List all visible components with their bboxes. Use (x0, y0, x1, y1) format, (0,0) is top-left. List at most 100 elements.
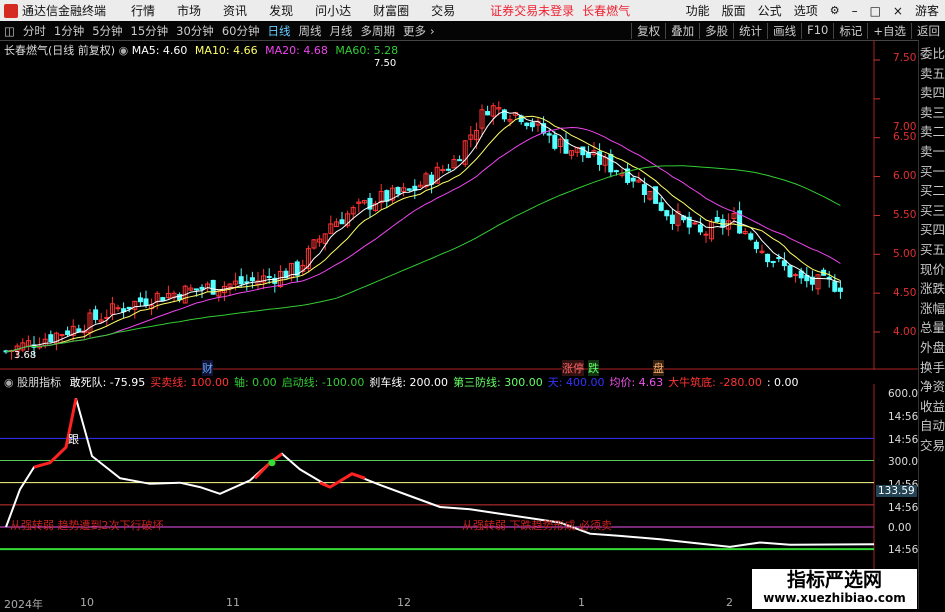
candle-body (837, 287, 843, 292)
btn-huaxian[interactable]: 画线 (767, 22, 801, 39)
btn-biaoji[interactable]: 标记 (833, 22, 867, 39)
watermark: 指标严选网 www.xuezhibiao.com (752, 569, 917, 609)
candle-body (238, 276, 244, 285)
menu-faxian[interactable]: 发现 (269, 2, 293, 19)
candle-body (266, 275, 272, 278)
candle-body (115, 307, 121, 310)
period-1min[interactable]: 1分钟 (54, 23, 84, 39)
chevron-right-icon[interactable]: › (430, 24, 435, 38)
menu-xuanxiang[interactable]: 选项 (794, 2, 818, 19)
price-tick: 6.00 (893, 170, 917, 182)
minimize-icon[interactable]: – (852, 4, 858, 18)
period-toolbar: ◫ 分时 1分钟 5分钟 15分钟 30分钟 60分钟 日线 周线 月线 多周期… (0, 21, 945, 41)
annotation-left: 从强转弱 趋势遭到2次下行破坏 (10, 519, 164, 532)
indicator-chart[interactable] (0, 384, 918, 596)
ind-tick: 600.0 (888, 388, 919, 400)
menu-gongneng[interactable]: 功能 (686, 2, 710, 19)
btn-tongji[interactable]: 统计 (733, 22, 767, 39)
period-multi[interactable]: 多周期 (360, 23, 395, 39)
btn-diejia[interactable]: 叠加 (665, 22, 699, 39)
candle-body (770, 261, 776, 264)
menu-wenxiaoda[interactable]: 问小达 (315, 2, 351, 19)
menu-gongshi[interactable]: 公式 (758, 2, 782, 19)
annotation-right: 从强转弱 下跌趋势形成 必须卖 (462, 519, 612, 532)
period-5min[interactable]: 5分钟 (92, 23, 122, 39)
period-daily[interactable]: 日线 (267, 23, 290, 39)
quote-side-panel: 委比 卖五 卖四 卖三 卖二 卖一 买一 买二 买三 买四 买五 现价 涨跌 涨幅 总量 外盘 换手 净资 收益 自动… (918, 40, 945, 609)
side-label[interactable]: 买三 (919, 201, 945, 221)
side-label[interactable]: 卖一 (919, 142, 945, 162)
period-60min[interactable]: 60分钟 (222, 23, 260, 39)
candle-body (787, 265, 793, 278)
side-label[interactable]: 卖三 (919, 103, 945, 123)
ma20-line (5, 126, 841, 353)
candle-body (160, 297, 166, 302)
menu-hangqing[interactable]: 行情 (131, 2, 155, 19)
close-icon[interactable]: × (893, 4, 903, 18)
candle-body (199, 286, 205, 290)
side-label[interactable]: 交易 (919, 436, 945, 456)
menu-banmian[interactable]: 版面 (722, 2, 746, 19)
candle-body (76, 328, 82, 333)
user-label[interactable]: 游客 (915, 2, 939, 19)
side-label[interactable]: 收益 (919, 397, 945, 417)
side-label[interactable]: 卖四 (919, 83, 945, 103)
candle-body (580, 146, 586, 156)
side-label[interactable]: 净资 (919, 377, 945, 397)
side-label[interactable]: 总量 (919, 318, 945, 338)
buy-signal-segment (319, 472, 366, 489)
sidebar-toggle-icon[interactable]: ◫ (4, 24, 15, 38)
side-label[interactable]: 自动 (919, 416, 945, 436)
side-label[interactable]: 涨跌 (919, 279, 945, 299)
candle-body (193, 288, 199, 291)
period-fenshi[interactable]: 分时 (23, 23, 46, 39)
side-label[interactable]: 涨幅 (919, 299, 945, 319)
side-label[interactable]: 换手 (919, 358, 945, 378)
x-tick: 1 (578, 596, 585, 609)
candle-body (48, 334, 54, 343)
btn-zixuan[interactable]: +自选 (867, 22, 911, 39)
candle-body (445, 168, 451, 171)
candlestick-chart[interactable] (0, 40, 918, 370)
menu-jiaoyi[interactable]: 交易 (431, 2, 455, 19)
side-label[interactable]: 外盘 (919, 338, 945, 358)
candle-body (244, 281, 250, 284)
login-warning[interactable]: 证券交易未登录 (490, 2, 574, 19)
maximize-icon[interactable]: □ (870, 4, 881, 18)
gear-icon[interactable]: ⚙ (830, 4, 840, 17)
side-label[interactable]: 买二 (919, 181, 945, 201)
ind-tick: 14:56 (888, 502, 919, 514)
side-label[interactable]: 卖二 (919, 122, 945, 142)
candle-body (529, 122, 535, 128)
btn-fuquan[interactable]: 复权 (631, 22, 665, 39)
menu-shichang[interactable]: 市场 (177, 2, 201, 19)
period-15min[interactable]: 15分钟 (131, 23, 169, 39)
menu-caifuquan[interactable]: 财富圈 (373, 2, 409, 19)
side-label[interactable]: 现价 (919, 260, 945, 280)
candle-body (748, 233, 754, 240)
candle-body (137, 297, 143, 303)
candle-body (143, 298, 149, 306)
candle-body (714, 216, 720, 222)
ma10-line (5, 115, 841, 353)
ind-tick: 14:56 (888, 544, 919, 556)
side-label[interactable]: 买一 (919, 162, 945, 182)
side-label[interactable]: 委比 (919, 44, 945, 64)
side-label[interactable]: 买四 (919, 220, 945, 240)
candle-body (585, 152, 591, 158)
period-monthly[interactable]: 月线 (329, 23, 352, 39)
x-tick: 2 (726, 596, 733, 609)
candle-body (395, 186, 401, 195)
side-label[interactable]: 买五 (919, 240, 945, 260)
period-more[interactable]: 更多 (403, 23, 426, 39)
candle-body (457, 159, 463, 162)
high-price-label: 7.50 (374, 58, 397, 69)
period-weekly[interactable]: 周线 (298, 23, 321, 39)
menu-zixun[interactable]: 资讯 (223, 2, 247, 19)
btn-f10[interactable]: F10 (801, 22, 833, 39)
x-tick: 2024年 (4, 598, 43, 611)
btn-fanhui[interactable]: 返回 (911, 22, 945, 39)
period-30min[interactable]: 30分钟 (176, 23, 214, 39)
side-label[interactable]: 卖五 (919, 64, 945, 84)
btn-duogu[interactable]: 多股 (699, 22, 733, 39)
